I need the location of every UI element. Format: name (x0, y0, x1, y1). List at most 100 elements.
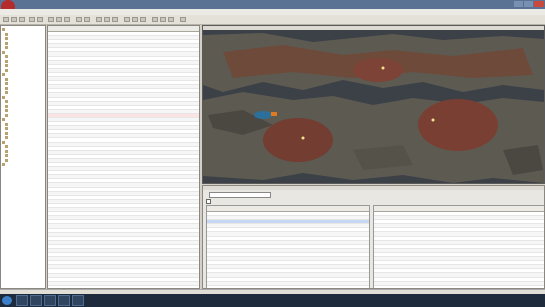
tree-item[interactable] (2, 149, 44, 153)
taskbar-media-icon[interactable] (44, 295, 56, 306)
tree-item[interactable] (2, 118, 44, 122)
reference-rows (374, 212, 544, 286)
tree-item[interactable] (2, 46, 44, 50)
folder-icon (5, 154, 8, 157)
reference-list[interactable] (373, 205, 544, 288)
folder-icon (2, 140, 5, 144)
tree-item[interactable] (2, 32, 44, 36)
object-list (48, 32, 199, 288)
folder-icon (5, 136, 8, 139)
object-window-list[interactable] (47, 25, 200, 289)
terrain-red-chamber (353, 58, 403, 82)
folder-icon (5, 149, 8, 153)
snap-grid-icon[interactable] (76, 17, 82, 22)
folder-icon (2, 118, 5, 121)
tree-item[interactable] (2, 140, 44, 144)
move-icon[interactable] (48, 17, 54, 22)
tree-item[interactable] (2, 77, 44, 81)
tree-item[interactable] (2, 68, 44, 72)
folder-icon (2, 28, 5, 31)
tree-item[interactable] (2, 55, 44, 59)
cell-rows (207, 212, 369, 286)
tree-item[interactable] (2, 131, 44, 135)
help-icon[interactable] (180, 17, 186, 22)
marker-icon[interactable] (152, 17, 158, 22)
minimize-button[interactable] (514, 1, 523, 7)
tree-item[interactable] (2, 154, 44, 158)
open-icon[interactable] (11, 17, 17, 22)
light-marker (381, 66, 385, 70)
folder-icon (5, 55, 8, 58)
tree-item[interactable] (2, 82, 44, 86)
folder-icon (5, 41, 8, 45)
cell-list[interactable] (206, 205, 370, 288)
tree-item[interactable] (2, 113, 44, 117)
tree-item[interactable] (2, 64, 44, 68)
camera-icon[interactable] (104, 17, 110, 22)
tree-item[interactable] (2, 41, 44, 45)
start-button-icon[interactable] (2, 296, 12, 305)
landscape-icon[interactable] (140, 17, 146, 22)
bookmark-icon[interactable] (168, 17, 174, 22)
folder-icon (5, 77, 8, 81)
render-view[interactable] (203, 30, 544, 183)
object-window-tree[interactable] (0, 25, 46, 289)
taskbar-explorer-icon[interactable] (16, 295, 28, 306)
render-icon[interactable] (112, 17, 118, 22)
tree-item[interactable] (2, 91, 44, 95)
taskbar-app-icon[interactable] (58, 295, 70, 306)
worldspace-dropdown[interactable] (209, 192, 271, 198)
tree-item[interactable] (2, 28, 44, 32)
rotate-icon[interactable] (56, 17, 62, 22)
tree-item[interactable] (2, 86, 44, 90)
folder-icon (5, 64, 8, 67)
navmesh-icon[interactable] (132, 17, 138, 22)
new-icon[interactable] (3, 17, 9, 22)
folder-icon (5, 86, 8, 90)
close-button[interactable] (534, 1, 544, 7)
folder-icon (5, 145, 8, 148)
tree-item[interactable] (2, 73, 44, 77)
snap-angle-icon[interactable] (84, 17, 90, 22)
folder-icon (5, 104, 8, 108)
cell-view-title (203, 186, 544, 190)
cell-list-row[interactable] (207, 281, 369, 286)
taskbar-app-icon[interactable] (72, 295, 84, 306)
tree-item[interactable] (2, 136, 44, 140)
info-icon[interactable] (160, 17, 166, 22)
tree-item[interactable] (2, 104, 44, 108)
water-icon[interactable] (124, 17, 130, 22)
undo-icon[interactable] (29, 17, 35, 22)
tree-item[interactable] (2, 95, 44, 99)
save-icon[interactable] (19, 17, 25, 22)
tree-item[interactable] (2, 163, 44, 167)
folder-icon (5, 109, 8, 112)
tree-item[interactable] (2, 109, 44, 113)
taskbar-browser-icon[interactable] (30, 295, 42, 306)
folder-icon (5, 32, 8, 36)
folder-icon (5, 46, 8, 49)
tree-item[interactable] (2, 59, 44, 63)
tree-item[interactable] (2, 50, 44, 54)
folder-icon (5, 82, 8, 85)
water-pool (254, 111, 272, 119)
tree-item[interactable] (2, 100, 44, 104)
tree-item[interactable] (2, 127, 44, 131)
folder-icon (5, 59, 8, 63)
folder-icon (5, 127, 8, 130)
reference-list-row[interactable] (374, 281, 544, 286)
tree-item[interactable] (2, 122, 44, 126)
redo-icon[interactable] (37, 17, 43, 22)
loaded-at-top-checkbox[interactable] (206, 199, 211, 204)
folder-icon (5, 37, 8, 40)
folder-icon (5, 158, 8, 162)
tree-item[interactable] (2, 37, 44, 41)
cell-view-window[interactable] (202, 185, 545, 289)
folder-icon (5, 122, 8, 126)
scale-icon[interactable] (64, 17, 70, 22)
maximize-button[interactable] (524, 1, 533, 7)
tree-item[interactable] (2, 158, 44, 162)
render-window[interactable] (202, 25, 545, 184)
tree-item[interactable] (2, 145, 44, 149)
lighting-icon[interactable] (96, 17, 102, 22)
